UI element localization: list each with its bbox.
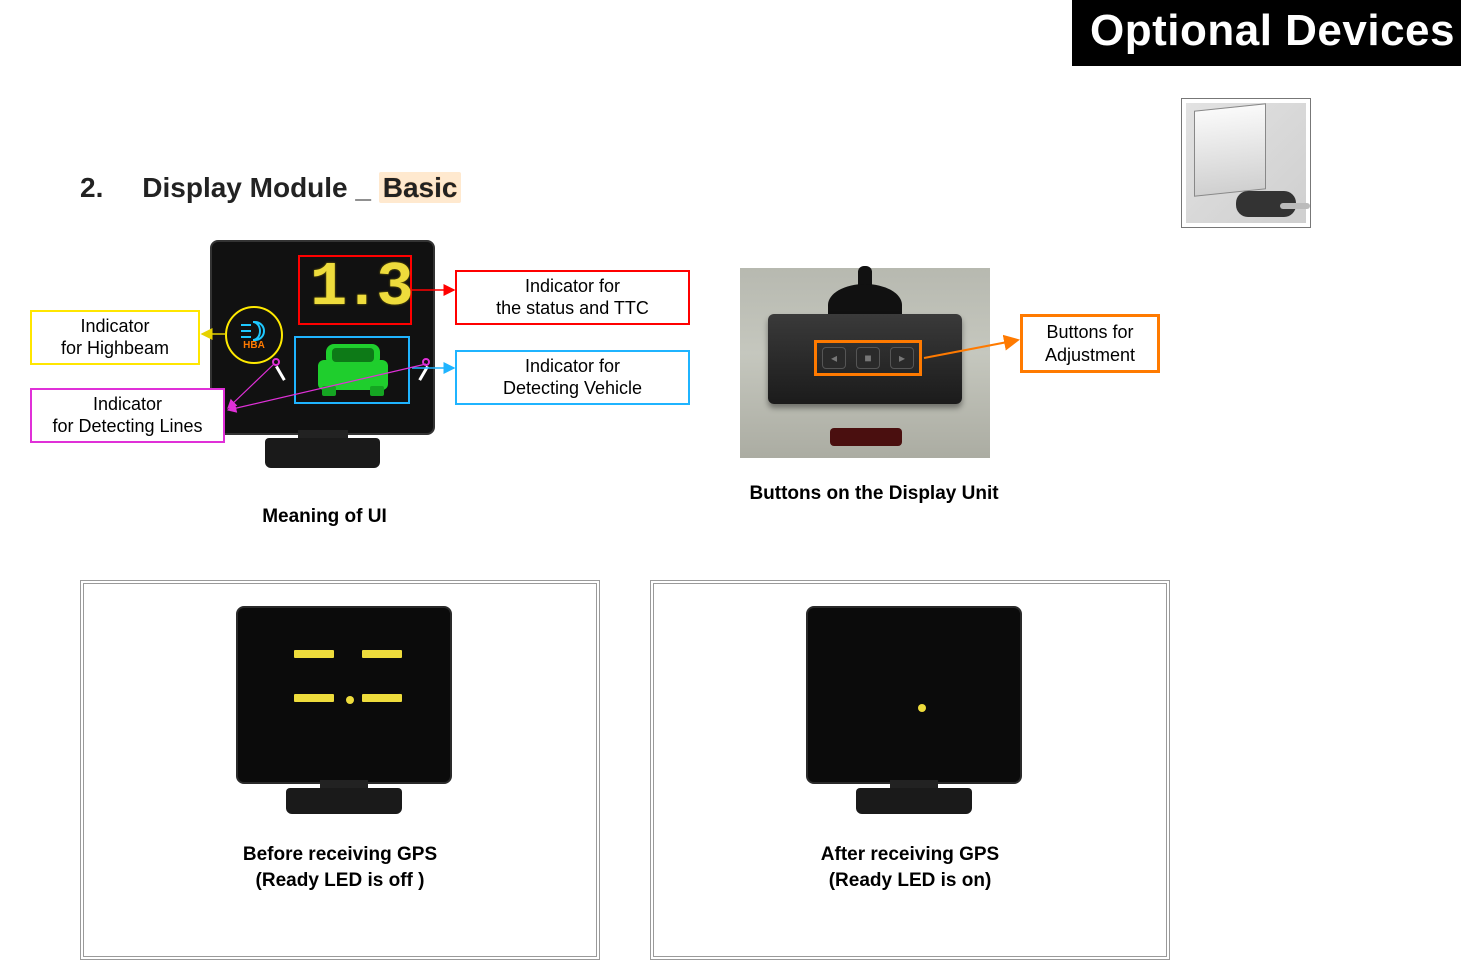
callout-vehicle: Indicator for Detecting Vehicle	[455, 350, 690, 405]
section-highlight: Basic	[379, 172, 462, 203]
callout-vehicle-text: Indicator for Detecting Vehicle	[503, 356, 642, 398]
unit-photo: ◂ ■ ▸	[740, 268, 990, 458]
panel-left-caption: Before receiving GPS (Ready LED is off )	[84, 842, 596, 893]
lane-marker-right	[422, 358, 430, 366]
adjustment-buttons-frame: ◂ ■ ▸	[814, 340, 922, 376]
seg-top-left	[294, 650, 334, 658]
seg-bot-left	[294, 694, 334, 702]
section-title: 2. Display Module _ Basic	[80, 172, 461, 204]
mini-bezel-left	[236, 606, 452, 784]
callout-buttons: Buttons for Adjustment	[1020, 314, 1160, 373]
display-stand	[265, 438, 380, 468]
adjust-button-center-icon[interactable]: ■	[856, 347, 880, 369]
unit-lower-slot	[830, 428, 902, 446]
thumbnail-screen	[1194, 103, 1266, 197]
seg-bot-right	[362, 694, 402, 702]
adjust-button-left-icon[interactable]: ◂	[822, 347, 846, 369]
panel-before-gps: Before receiving GPS (Ready LED is off )	[80, 580, 600, 960]
callout-highbeam: Indicator for Highbeam	[30, 310, 200, 365]
callout-status-ttc-text: Indicator for the status and TTC	[496, 276, 649, 318]
panel-right-line2: (Ready LED is on)	[654, 868, 1166, 894]
mini-display-right	[806, 606, 1022, 814]
vehicle-icon	[312, 340, 394, 398]
panel-right-line1: After receiving GPS	[654, 842, 1166, 868]
adjust-button-right-icon[interactable]: ▸	[890, 347, 914, 369]
page-header: Optional Devices	[1072, 0, 1461, 66]
callout-buttons-text: Buttons for Adjustment	[1045, 322, 1135, 365]
callout-lines-text: Indicator for Detecting Lines	[52, 394, 202, 436]
ready-led-dot	[918, 704, 926, 712]
mini-bezel-right	[806, 606, 1022, 784]
panel-left-line2: (Ready LED is off )	[84, 868, 596, 894]
mini-stand-left	[286, 788, 402, 814]
callout-highbeam-text: Indicator for Highbeam	[61, 316, 169, 358]
page-header-text: Optional Devices	[1090, 6, 1455, 55]
figure-meaning-of-ui: 1.3 HBA Indicator for Highbeam Indicator…	[30, 240, 730, 520]
figure-buttons-unit: ◂ ■ ▸ Buttons for Adjustment Buttons on …	[740, 268, 1260, 508]
mini-stand-right	[856, 788, 972, 814]
section-name: Display Module _	[142, 172, 371, 203]
panel-right-caption: After receiving GPS (Ready LED is on)	[654, 842, 1166, 893]
ttc-value: 1.3	[310, 252, 410, 323]
callout-status-ttc: Indicator for the status and TTC	[455, 270, 690, 325]
callout-lines: Indicator for Detecting Lines	[30, 388, 225, 443]
thumbnail-cable	[1280, 203, 1310, 209]
lane-marker-left	[272, 358, 280, 366]
highbeam-indicator-icon: HBA	[225, 306, 283, 364]
module-thumbnail	[1181, 98, 1311, 228]
panel-left-line1: Before receiving GPS	[84, 842, 596, 868]
panel-after-gps: After receiving GPS (Ready LED is on)	[650, 580, 1170, 960]
mini-display-left	[236, 606, 452, 814]
section-number: 2.	[80, 172, 103, 203]
figure2-caption: Buttons on the Display Unit	[734, 483, 1014, 505]
hba-label: HBA	[243, 340, 265, 351]
figure1-caption: Meaning of UI	[212, 506, 437, 528]
seg-top-right	[362, 650, 402, 658]
seg-dot	[346, 696, 354, 704]
module-thumbnail-inner	[1186, 103, 1306, 223]
